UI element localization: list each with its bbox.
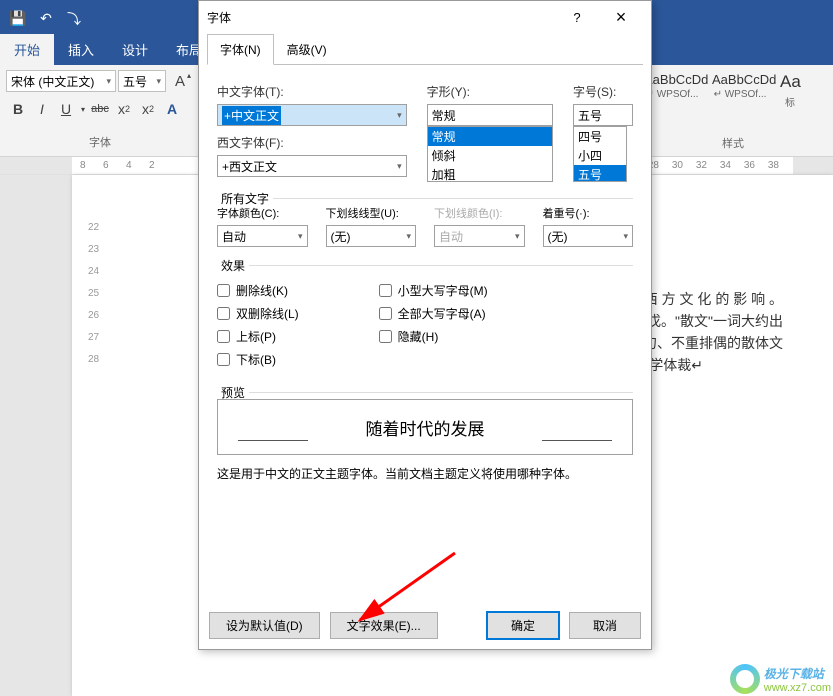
chinese-font-value: +中文正文 (222, 106, 281, 125)
font-size-listbox[interactable]: 四号 小四 五号 (573, 126, 627, 182)
grow-font-icon[interactable]: A▴ (168, 69, 192, 93)
font-name-dropdown[interactable]: 宋体 (中文正文) ▾ (6, 70, 116, 92)
label-underline-style: 下划线线型(U): (326, 205, 417, 221)
superscript-button[interactable]: x2 (136, 97, 160, 121)
label-underline-color: 下划线颜色(I): (434, 205, 525, 221)
chevron-down-icon: ▾ (106, 76, 111, 87)
checkbox-double-strike[interactable]: 双删除线(L) (217, 305, 299, 322)
tab-home[interactable]: 开始 (0, 34, 54, 65)
font-style-listbox[interactable]: 常规 倾斜 加粗 (427, 126, 553, 182)
legend-effects: 效果 (217, 257, 249, 274)
save-icon[interactable]: 💾 (4, 5, 32, 33)
font-style-input[interactable]: 常规 (427, 104, 553, 126)
list-item[interactable]: 倾斜 (428, 146, 552, 165)
style-sample: AaBbCcDd (712, 72, 768, 87)
set-default-button[interactable]: 设为默认值(D) (209, 612, 320, 639)
preview-box: 随着时代的发展 (217, 399, 633, 455)
chinese-font-combo[interactable]: +中文正文 ▾ (217, 104, 407, 126)
list-item[interactable]: 常规 (428, 127, 552, 146)
latin-font-value: +西文正文 (222, 158, 277, 175)
customize-qat-icon[interactable]: ⤵ (60, 5, 88, 33)
dialog-titlebar[interactable]: 字体 ? × (199, 1, 651, 33)
watermark-name: 极光下载站 (764, 665, 831, 682)
legend-all-text: 所有文字 (217, 190, 273, 207)
tab-advanced[interactable]: 高级(V) (274, 34, 340, 65)
checkbox-all-caps[interactable]: 全部大写字母(A) (379, 305, 488, 322)
close-button[interactable]: × (599, 1, 643, 33)
dialog-title: 字体 (207, 9, 231, 26)
tab-font[interactable]: 字体(N) (207, 34, 274, 65)
emphasis-combo[interactable]: (无)▾ (543, 225, 634, 247)
list-item[interactable]: 小四 (574, 146, 626, 165)
style-name: 标 (780, 94, 800, 109)
label-font-size: 字号(S): (573, 83, 633, 100)
list-item[interactable]: 加粗 (428, 165, 552, 182)
latin-font-combo[interactable]: +西文正文 ▾ (217, 155, 407, 177)
font-name-value: 宋体 (中文正文) (11, 73, 94, 90)
watermark-url: www.xz7.com (764, 682, 831, 694)
tab-insert[interactable]: 插入 (54, 34, 108, 65)
ok-button[interactable]: 确定 (487, 612, 559, 639)
watermark-logo-icon (730, 664, 760, 694)
preview-text: 随着时代的发展 (366, 415, 485, 440)
strike-button[interactable]: abc (88, 97, 112, 121)
underline-button[interactable]: U (54, 97, 78, 121)
italic-button[interactable]: I (30, 97, 54, 121)
list-item[interactable]: 四号 (574, 127, 626, 146)
label-chinese-font: 中文字体(T): (217, 83, 407, 100)
label-font-color: 字体颜色(C): (217, 205, 308, 221)
underline-chevron-icon[interactable]: ▾ (78, 97, 88, 121)
style-item-2[interactable]: AaBbCcDd ↵ WPSOf... (707, 69, 773, 112)
preview-hint: 这是用于中文的正文主题字体。当前文档主题定义将使用哪种字体。 (217, 465, 633, 482)
style-name: ↵ WPSOf... (712, 89, 768, 100)
style-sample: Aa (780, 72, 800, 92)
text-effects-button[interactable]: 文字效果(E)... (330, 612, 438, 639)
checkbox-superscript[interactable]: 上标(P) (217, 328, 299, 345)
font-color-combo[interactable]: 自动▾ (217, 225, 308, 247)
chevron-down-icon: ▾ (397, 110, 402, 121)
cancel-button[interactable]: 取消 (569, 612, 641, 639)
chevron-down-icon: ▾ (397, 161, 402, 172)
undo-icon[interactable]: ↶ (32, 5, 60, 33)
dialog-tabs: 字体(N) 高级(V) (207, 33, 643, 65)
help-button[interactable]: ? (555, 1, 599, 33)
label-font-style: 字形(Y): (427, 83, 553, 100)
checkbox-subscript[interactable]: 下标(B) (217, 351, 299, 368)
ribbon-group-font: 宋体 (中文正文) ▾ 五号 ▾ A▴ B I U ▾ abc x2 x2 A … (0, 65, 200, 156)
group-label-styles: 样式 (639, 133, 827, 153)
underline-style-combo[interactable]: (无)▾ (326, 225, 417, 247)
label-latin-font: 西文字体(F): (217, 134, 407, 151)
checkbox-hidden[interactable]: 隐藏(H) (379, 328, 488, 345)
subscript-button[interactable]: x2 (112, 97, 136, 121)
bold-button[interactable]: B (6, 97, 30, 121)
text-effects-button[interactable]: A (160, 97, 184, 121)
label-emphasis: 着重号(·): (543, 205, 634, 221)
font-size-input[interactable]: 五号 (573, 104, 633, 126)
font-size-value: 五号 (123, 73, 147, 90)
style-name: ↵ WPSOf... (644, 89, 700, 100)
dialog-buttons: 设为默认值(D) 文字效果(E)... 确定 取消 (209, 612, 641, 639)
style-item-3[interactable]: Aa 标 (775, 69, 805, 112)
group-label-font: 字体 (6, 132, 194, 152)
watermark: 极光下载站 www.xz7.com (730, 664, 831, 694)
underline-color-combo: 自动▾ (434, 225, 525, 247)
checkbox-small-caps[interactable]: 小型大写字母(M) (379, 282, 488, 299)
font-size-dropdown[interactable]: 五号 ▾ (118, 70, 166, 92)
ribbon-group-styles: AaBbCcDd ↵ WPSOf... AaBbCcDd ↵ WPSOf... … (633, 65, 833, 157)
checkbox-strike[interactable]: 删除线(K) (217, 282, 299, 299)
font-dialog: 字体 ? × 字体(N) 高级(V) 中文字体(T): +中文正文 ▾ 西文字体… (198, 0, 652, 650)
tab-design[interactable]: 设计 (108, 34, 162, 65)
chevron-down-icon: ▾ (156, 76, 161, 87)
list-item[interactable]: 五号 (574, 165, 626, 182)
style-sample: AaBbCcDd (644, 72, 700, 87)
